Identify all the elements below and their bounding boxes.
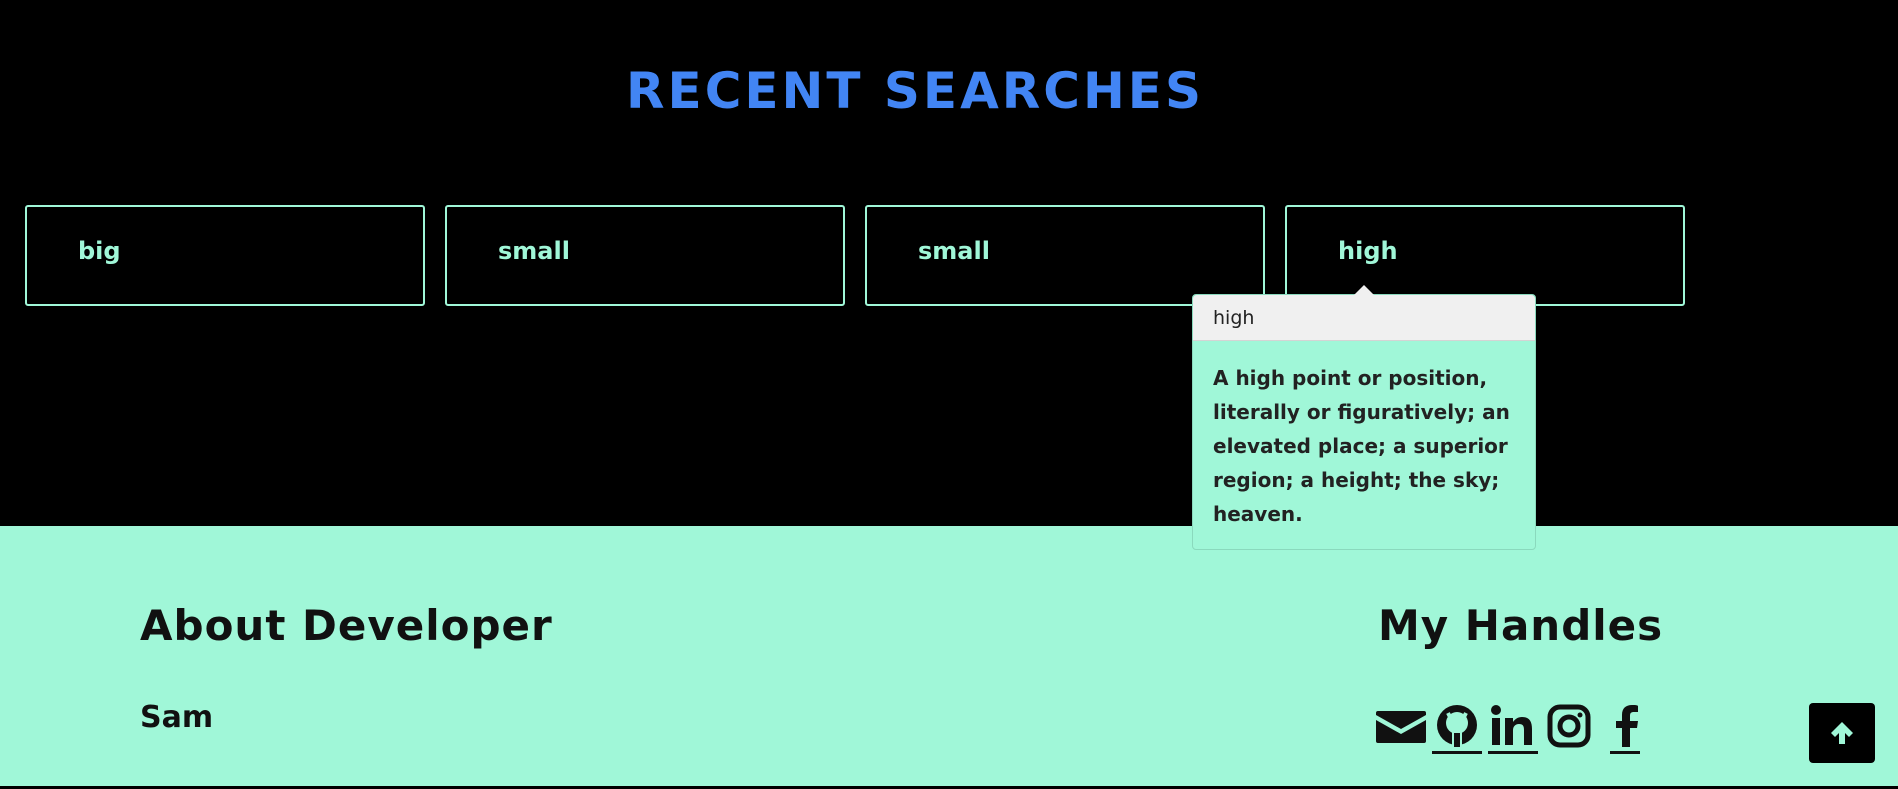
section-title: RECENT SEARCHES (626, 62, 1204, 120)
recent-search-card[interactable]: big (25, 205, 425, 306)
popover-title: high (1193, 295, 1535, 341)
definition-popover: high A high point or position, literally… (1192, 294, 1536, 550)
github-icon[interactable] (1432, 701, 1482, 754)
linkedin-underline (1488, 751, 1538, 754)
linkedin-icon[interactable] (1488, 701, 1538, 754)
recent-search-label: big (78, 237, 121, 265)
popover-definition: A high point or position, literally or f… (1213, 366, 1510, 526)
envelope-icon[interactable] (1376, 701, 1426, 751)
recent-searches-section: RECENT SEARCHES big small small high (0, 0, 1898, 526)
footer: About Developer Sam My Handles (0, 526, 1898, 789)
recent-search-label: small (918, 237, 990, 265)
scroll-to-top-button[interactable] (1809, 703, 1875, 763)
recent-search-label: high (1338, 237, 1398, 265)
instagram-icon[interactable] (1544, 701, 1594, 751)
facebook-icon[interactable] (1600, 701, 1650, 754)
facebook-underline (1610, 751, 1640, 754)
popover-arrow (1354, 285, 1374, 295)
my-handles-title: My Handles (1378, 601, 1664, 650)
recent-search-card[interactable]: small (865, 205, 1265, 306)
about-developer-title: About Developer (140, 601, 553, 650)
recent-search-label: small (498, 237, 570, 265)
arrow-up-icon (1831, 722, 1853, 744)
recent-search-card[interactable]: small (445, 205, 845, 306)
github-underline (1432, 751, 1482, 754)
recent-search-card[interactable]: high (1285, 205, 1685, 306)
developer-name: Sam (140, 700, 214, 735)
